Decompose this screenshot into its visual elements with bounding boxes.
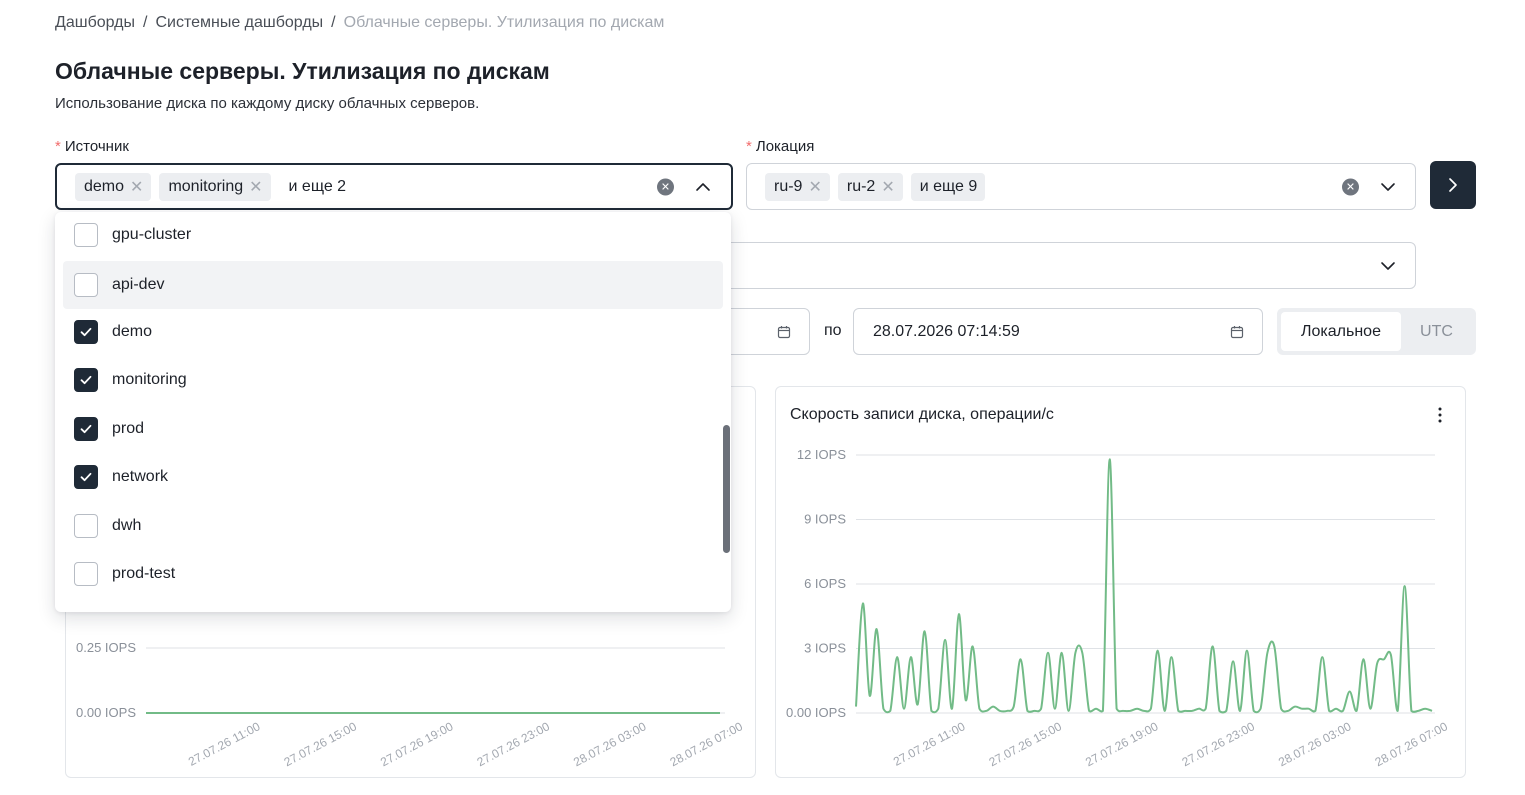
option-prod-test[interactable]: prod-test [63, 550, 723, 598]
chevron-right-icon [1449, 178, 1457, 192]
chevron-down-icon[interactable] [1379, 178, 1397, 196]
option-label: prod [112, 420, 145, 437]
timezone-local-option[interactable]: Локальное [1281, 312, 1401, 351]
checkbox-checked[interactable] [74, 368, 98, 392]
chevron-down-icon[interactable] [1379, 257, 1397, 275]
option-label: monitoring [112, 371, 187, 388]
x-tick-label: 27.07.26 11:00 [186, 719, 263, 769]
location-more-count: и еще 9 [910, 172, 986, 201]
location-tag: ru-9 ✕ [765, 172, 830, 201]
option-label: dwh [112, 517, 142, 534]
option-network[interactable]: network [63, 453, 723, 501]
tag-label: ru-2 [846, 177, 876, 195]
page-title: Облачные серверы. Утилизация по дискам [55, 58, 550, 84]
chart-card-write-iops: Скорость записи диска, операции/с 12 IOP… [775, 386, 1466, 778]
option-label: demo [112, 323, 153, 340]
breadcrumb-current: Облачные серверы. Утилизация по дискам [343, 14, 665, 31]
option-prod[interactable]: prod [63, 405, 723, 453]
source-select[interactable]: demo ✕ monitoring ✕ и еще 2 ✕ [55, 163, 733, 210]
source-label-text: Источник [64, 138, 129, 155]
tag-label: monitoring [168, 177, 244, 195]
y-tick-label: 12 IOPS [797, 447, 846, 462]
series-line [855, 458, 1433, 714]
breadcrumb-separator: / [331, 14, 336, 31]
breadcrumb-item-system-dashboards[interactable]: Системные дашборды [155, 14, 323, 32]
tag-remove-icon[interactable]: ✕ [808, 177, 821, 197]
option-api-dev[interactable]: api-dev [63, 261, 723, 309]
timezone-utc-option[interactable]: UTC [1401, 312, 1472, 351]
check-icon [80, 375, 92, 385]
date-to-value: 28.07.2026 07:14:59 [873, 322, 1020, 340]
clear-circle-icon[interactable]: ✕ [1342, 178, 1359, 195]
option-label: api-dev [112, 276, 165, 293]
option-gpu-cluster[interactable]: gpu-cluster [63, 212, 723, 259]
x-tick-label: 27.07.26 11:00 [891, 719, 968, 769]
breadcrumb-item-dashboards[interactable]: Дашборды [55, 14, 135, 32]
breadcrumb: Дашборды / Системные дашборды / Облачные… [55, 14, 664, 32]
location-label: * Локация [746, 138, 814, 155]
x-tick-label: 27.07.26 23:00 [1180, 719, 1258, 769]
date-to-label: по [824, 322, 842, 339]
y-tick-label: 9 IOPS [804, 512, 846, 527]
page-description: Использование диска по каждому диску обл… [55, 95, 480, 112]
tag-remove-icon[interactable]: ✕ [249, 177, 262, 197]
calendar-icon[interactable] [1230, 325, 1244, 339]
checkbox[interactable] [74, 514, 98, 538]
checkbox-checked[interactable] [74, 320, 98, 344]
location-more-label: и еще 9 [919, 177, 978, 195]
check-icon [80, 327, 92, 337]
y-tick-label: 3 IOPS [804, 641, 846, 656]
check-icon [80, 424, 92, 434]
tag-label: demo [84, 177, 125, 195]
location-select[interactable]: ru-9 ✕ ru-2 ✕ и еще 9 ✕ [746, 163, 1416, 210]
source-label: * Источник [55, 138, 129, 155]
timezone-toggle: Локальное UTC [1277, 308, 1476, 355]
check-icon [80, 472, 92, 482]
source-more-count: и еще 2 [288, 177, 347, 195]
source-tag: demo ✕ [75, 172, 152, 201]
x-tick-label: 27.07.26 19:00 [378, 719, 456, 769]
checkbox[interactable] [74, 223, 98, 247]
x-tick-label: 28.07.26 07:00 [1373, 719, 1451, 769]
apply-button[interactable] [1430, 161, 1476, 209]
x-tick-label: 27.07.26 15:00 [987, 719, 1065, 769]
option-demo[interactable]: demo [63, 308, 723, 356]
tag-remove-icon[interactable]: ✕ [881, 177, 894, 197]
source-tag: monitoring ✕ [159, 172, 271, 201]
chart-right-plot: 12 IOPS 9 IOPS 6 IOPS 3 IOPS 0.00 IOPS 27.07.… [786, 447, 1451, 769]
source-dropdown: gpu-cluster api-dev demo monitoring prod… [55, 212, 731, 612]
location-label-text: Локация [755, 138, 815, 155]
option-dwh[interactable]: dwh [63, 502, 723, 550]
required-mark: * [55, 138, 61, 155]
option-label: prod-test [112, 565, 176, 582]
date-to-input[interactable]: 28.07.2026 07:14:59 [853, 308, 1263, 355]
calendar-icon[interactable] [777, 325, 791, 339]
y-tick-label: 0.00 IOPS [786, 705, 846, 720]
secondary-select[interactable] [700, 242, 1416, 289]
x-tick-label: 27.07.26 15:00 [282, 719, 360, 769]
breadcrumb-separator: / [143, 14, 148, 31]
option-label: gpu-cluster [112, 226, 192, 243]
checkbox[interactable] [74, 562, 98, 586]
x-tick-label: 28.07.26 03:00 [571, 719, 649, 769]
checkbox-checked[interactable] [74, 417, 98, 441]
option-label: network [112, 468, 169, 485]
tag-label: ru-9 [774, 177, 803, 195]
x-tick-label: 27.07.26 23:00 [475, 719, 553, 769]
option-monitoring[interactable]: monitoring [63, 356, 723, 404]
x-tick-label: 28.07.26 07:00 [668, 719, 746, 769]
y-tick-label: 0.25 IOPS [76, 640, 136, 655]
dropdown-scrollbar[interactable] [723, 425, 730, 553]
y-tick-label: 6 IOPS [804, 576, 846, 591]
checkbox-checked[interactable] [74, 465, 98, 489]
checkbox[interactable] [74, 273, 98, 297]
required-mark: * [746, 138, 752, 155]
tag-remove-icon[interactable]: ✕ [130, 177, 143, 197]
y-tick-label: 0.00 IOPS [76, 705, 136, 720]
x-tick-label: 28.07.26 03:00 [1276, 719, 1354, 769]
chevron-up-icon[interactable] [694, 178, 712, 196]
clear-circle-icon[interactable]: ✕ [657, 178, 674, 195]
x-tick-label: 27.07.26 19:00 [1083, 719, 1161, 769]
location-tag: ru-2 ✕ [837, 172, 903, 201]
